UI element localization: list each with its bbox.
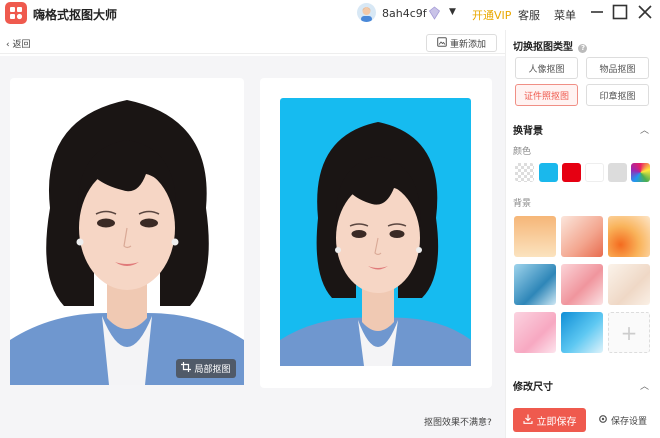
- minimize-icon[interactable]: [588, 3, 606, 21]
- maximize-icon[interactable]: [611, 3, 629, 21]
- image-add-icon: [437, 36, 447, 50]
- customer-service-link[interactable]: 客服: [518, 7, 540, 23]
- bg-thumb-8[interactable]: [561, 312, 603, 353]
- sub-toolbar: ‹ 返回 重新添加: [0, 30, 505, 54]
- cut-type-title: 切换抠图类型 ?: [513, 38, 588, 53]
- color-custom-picker-icon[interactable]: [631, 163, 650, 182]
- type-portrait-button[interactable]: 人像抠图: [515, 57, 578, 79]
- username[interactable]: 8ah4c9f: [382, 7, 427, 20]
- color-transparent-swatch[interactable]: [515, 163, 534, 182]
- user-avatar[interactable]: [357, 3, 376, 22]
- result-portrait: [280, 98, 471, 366]
- plus-icon: +: [620, 320, 638, 345]
- close-icon[interactable]: [636, 3, 654, 21]
- download-icon: [522, 414, 533, 427]
- save-now-label: 立即保存: [536, 416, 577, 428]
- bg-collapse-chevron-icon[interactable]: ︿: [640, 123, 649, 136]
- local-cut-button[interactable]: 局部抠图: [176, 359, 236, 378]
- bg-section-title: 换背景: [513, 126, 543, 137]
- color-gray-swatch[interactable]: [608, 163, 627, 182]
- background-label: 背景: [513, 199, 532, 209]
- color-white-swatch[interactable]: [585, 163, 604, 182]
- chevron-left-icon: ‹: [6, 40, 10, 50]
- result-photo-card: [260, 78, 492, 388]
- bg-thumb-1[interactable]: [514, 216, 556, 257]
- local-cut-label: 局部抠图: [194, 365, 231, 375]
- resize-collapse-chevron-icon[interactable]: ︿: [640, 379, 649, 392]
- app-title: 嗨格式抠图大师: [33, 8, 118, 22]
- bg-thumb-2[interactable]: [561, 216, 603, 257]
- help-icon[interactable]: ?: [578, 44, 588, 53]
- save-now-button[interactable]: 立即保存: [513, 408, 586, 432]
- type-seal-button[interactable]: 印章抠图: [586, 84, 649, 106]
- color-red-swatch[interactable]: [562, 163, 581, 182]
- type-id-photo-button[interactable]: 证件照抠图: [515, 84, 578, 106]
- original-photo-card: [10, 78, 244, 385]
- bg-thumb-5[interactable]: [561, 264, 603, 305]
- vip-diamond-icon: [428, 6, 441, 20]
- add-background-button[interactable]: +: [608, 312, 650, 353]
- crop-icon: [181, 362, 192, 375]
- back-button[interactable]: ‹ 返回: [6, 37, 31, 50]
- type-object-button[interactable]: 物品抠图: [586, 57, 649, 79]
- gear-icon: [598, 414, 608, 427]
- account-dropdown-icon[interactable]: ▼: [449, 7, 456, 17]
- bg-thumb-3[interactable]: [608, 216, 650, 257]
- save-settings-button[interactable]: 保存设置: [598, 414, 647, 427]
- save-settings-label: 保存设置: [611, 417, 648, 427]
- original-portrait: [10, 100, 244, 385]
- app-logo-icon: [5, 2, 27, 24]
- resize-section-title: 修改尺寸: [513, 382, 553, 393]
- bg-thumb-6[interactable]: [608, 264, 650, 305]
- bg-thumb-7[interactable]: [514, 312, 556, 353]
- readd-label: 重新添加: [449, 39, 486, 50]
- title-bar: 嗨格式抠图大师 8ah4c9f ▼ 开通VIP 客服 菜单: [0, 0, 660, 28]
- menu-link[interactable]: 菜单: [554, 7, 576, 23]
- color-label: 颜色: [513, 147, 532, 157]
- cut-type-title-text: 切换抠图类型: [513, 42, 573, 53]
- color-blue-swatch[interactable]: [539, 163, 558, 182]
- bg-thumb-4[interactable]: [514, 264, 556, 305]
- open-vip-link[interactable]: 开通VIP: [472, 7, 511, 23]
- readd-button[interactable]: 重新添加: [426, 34, 497, 52]
- back-label: 返回: [12, 40, 31, 50]
- unsatisfied-link[interactable]: 抠图效果不满意?: [424, 415, 492, 428]
